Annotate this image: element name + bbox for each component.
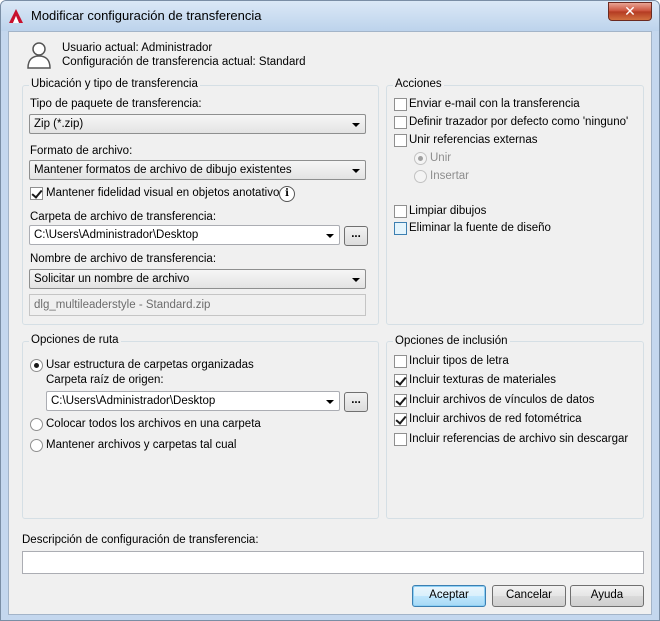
root-folder-label: Carpeta raíz de origen: (46, 374, 164, 386)
help-button[interactable]: Ayuda (570, 585, 644, 607)
purge-drawings-label: Limpiar dibujos (409, 205, 487, 217)
cancel-button[interactable]: Cancelar (492, 585, 566, 607)
description-input[interactable] (22, 551, 644, 574)
package-type-select[interactable]: Zip (*.zip) (29, 114, 366, 134)
folder-browse-button[interactable]: ... (344, 226, 368, 246)
info-icon[interactable]: i (279, 186, 295, 202)
keep-as-is-label: Mantener archivos y carpetas tal cual (46, 439, 237, 451)
filename-preview: dlg_multileaderstyle - Standard.zip (29, 294, 366, 316)
file-format-value: Mantener formatos de archivo de dibujo e… (34, 164, 292, 176)
user-icon (27, 42, 51, 69)
chevron-down-icon (326, 234, 334, 238)
send-email-label: Enviar e-mail con la transferencia (409, 98, 580, 110)
visual-fidelity-label: Mantener fidelidad visual en objetos ano… (46, 187, 286, 199)
chevron-down-icon (352, 123, 360, 127)
bind-radio[interactable] (414, 152, 427, 165)
root-folder-input[interactable]: C:\Users\Administrador\Desktop (46, 391, 340, 411)
insert-radio-label: Insertar (430, 170, 469, 182)
include-photometric-label: Incluir archivos de red fotométrica (409, 413, 582, 425)
dialog-body: Usuario actual: Administrador Configurac… (8, 31, 652, 615)
file-format-label: Formato de archivo: (30, 145, 133, 157)
chevron-down-icon (352, 169, 360, 173)
filename-label: Nombre de archivo de transferencia: (30, 253, 217, 265)
include-unloaded-refs-checkbox[interactable] (394, 433, 407, 446)
folder-label: Carpeta de archivo de transferencia: (30, 211, 217, 223)
filename-select[interactable]: Solicitar un nombre de archivo (29, 269, 366, 289)
current-setup-label: Configuración de transferencia actual: S… (62, 56, 306, 68)
bind-xrefs-label: Unir referencias externas (409, 134, 538, 146)
location-group-title: Ubicación y tipo de transferencia (29, 78, 200, 90)
remove-design-feed-checkbox[interactable] (394, 222, 407, 235)
root-folder-value: C:\Users\Administrador\Desktop (51, 395, 216, 407)
close-icon: ✕ (624, 3, 636, 19)
ok-button[interactable]: Aceptar (412, 585, 486, 607)
dialog-window: Modificar configuración de transferencia… (0, 0, 660, 621)
send-email-checkbox[interactable] (394, 98, 407, 111)
include-group (386, 341, 644, 519)
path-group-title: Opciones de ruta (29, 334, 121, 346)
include-group-title: Opciones de inclusión (393, 335, 510, 347)
package-type-value: Zip (*.zip) (34, 118, 84, 130)
autocad-logo-icon (9, 9, 23, 23)
purge-drawings-checkbox[interactable] (394, 205, 407, 218)
organized-folders-label: Usar estructura de carpetas organizadas (46, 359, 254, 371)
insert-radio[interactable] (414, 170, 427, 183)
filename-value: Solicitar un nombre de archivo (34, 273, 190, 285)
default-plotter-checkbox[interactable] (394, 116, 407, 129)
window-title: Modificar configuración de transferencia (31, 8, 262, 23)
default-plotter-label: Definir trazador por defecto como 'ningu… (409, 116, 629, 128)
include-textures-checkbox[interactable] (394, 374, 407, 387)
description-label: Descripción de configuración de transfer… (22, 534, 259, 546)
bind-xrefs-checkbox[interactable] (394, 134, 407, 147)
folder-input[interactable]: C:\Users\Administrador\Desktop (29, 225, 340, 245)
include-data-links-label: Incluir archivos de vínculos de datos (409, 394, 595, 406)
include-photometric-checkbox[interactable] (394, 413, 407, 426)
chevron-down-icon (352, 278, 360, 282)
bind-radio-label: Unir (430, 152, 452, 164)
chevron-down-icon (326, 400, 334, 404)
visual-fidelity-checkbox[interactable] (30, 187, 43, 200)
actions-group-title: Acciones (393, 78, 444, 90)
package-type-label: Tipo de paquete de transferencia: (30, 98, 202, 110)
close-button[interactable]: ✕ (608, 2, 652, 21)
filename-preview-value: dlg_multileaderstyle - Standard.zip (34, 299, 211, 311)
remove-design-feed-label: Eliminar la fuente de diseño (409, 222, 551, 234)
include-unloaded-refs-label: Incluir referencias de archivo sin desca… (409, 433, 629, 445)
single-folder-radio[interactable] (30, 418, 43, 431)
include-data-links-checkbox[interactable] (394, 394, 407, 407)
keep-as-is-radio[interactable] (30, 439, 43, 452)
include-fonts-checkbox[interactable] (394, 355, 407, 368)
include-textures-label: Incluir texturas de materiales (409, 374, 557, 386)
current-user-label: Usuario actual: Administrador (62, 42, 213, 54)
folder-value: C:\Users\Administrador\Desktop (34, 229, 199, 241)
single-folder-label: Colocar todos los archivos en una carpet… (46, 418, 261, 430)
title-bar[interactable]: Modificar configuración de transferencia… (1, 1, 659, 31)
root-folder-browse-button[interactable]: ... (344, 392, 368, 412)
organized-folders-radio[interactable] (30, 359, 43, 372)
file-format-select[interactable]: Mantener formatos de archivo de dibujo e… (29, 160, 366, 180)
include-fonts-label: Incluir tipos de letra (409, 355, 509, 367)
